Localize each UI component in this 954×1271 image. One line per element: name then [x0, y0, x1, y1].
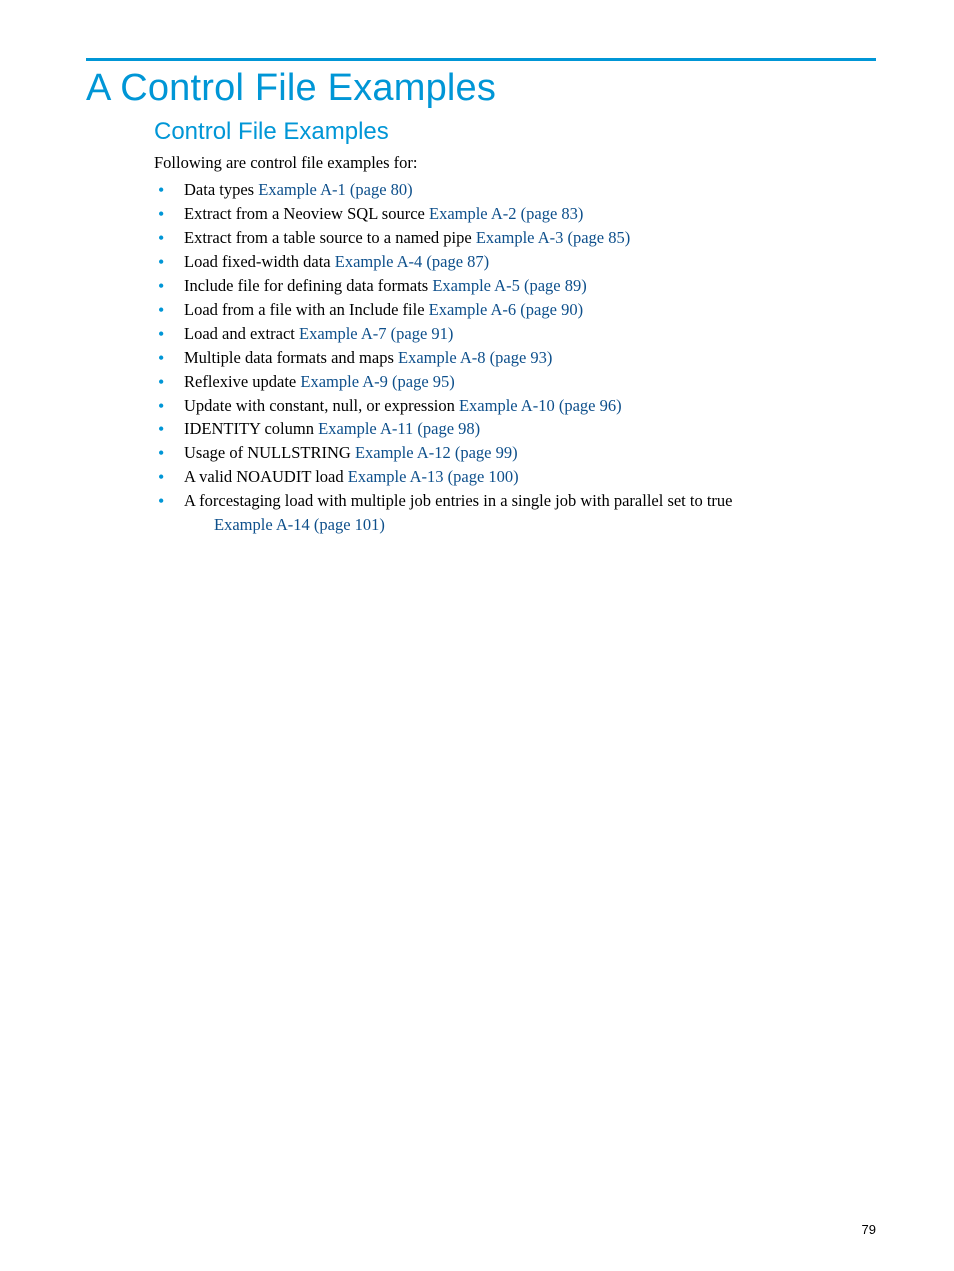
list-item: IDENTITY column Example A-11 (page 98): [154, 417, 876, 441]
list-item-text: Extract from a table source to a named p…: [184, 228, 476, 247]
list-item-text: Data types: [184, 180, 258, 199]
example-link[interactable]: Example A-4 (page 87): [335, 252, 489, 271]
list-item: Update with constant, null, or expressio…: [154, 394, 876, 418]
list-item: Extract from a Neoview SQL source Exampl…: [154, 202, 876, 226]
example-link[interactable]: Example A-5 (page 89): [432, 276, 586, 295]
list-item-text: A valid NOAUDIT load: [184, 467, 348, 486]
example-link[interactable]: Example A-12 (page 99): [355, 443, 518, 462]
list-item-text: Load from a file with an Include file: [184, 300, 429, 319]
chapter-title: A Control File Examples: [86, 67, 876, 110]
list-item: A forcestaging load with multiple job en…: [154, 489, 876, 537]
list-item: Data types Example A-1 (page 80): [154, 178, 876, 202]
page-number: 79: [862, 1222, 876, 1237]
list-item: Multiple data formats and maps Example A…: [154, 346, 876, 370]
list-item-text: Update with constant, null, or expressio…: [184, 396, 459, 415]
list-item: Load fixed-width data Example A-4 (page …: [154, 250, 876, 274]
section-title: Control File Examples: [154, 118, 876, 146]
list-item-text: Reflexive update: [184, 372, 300, 391]
list-item: Include file for defining data formats E…: [154, 274, 876, 298]
example-link[interactable]: Example A-9 (page 95): [300, 372, 454, 391]
example-link[interactable]: Example A-1 (page 80): [258, 180, 412, 199]
example-link[interactable]: Example A-8 (page 93): [398, 348, 552, 367]
document-page: A Control File Examples Control File Exa…: [0, 0, 954, 1271]
list-item-text: IDENTITY column: [184, 419, 318, 438]
example-link[interactable]: Example A-10 (page 96): [459, 396, 622, 415]
example-link[interactable]: Example A-11 (page 98): [318, 419, 480, 438]
list-item: Extract from a table source to a named p…: [154, 226, 876, 250]
section-intro: Following are control file examples for:: [154, 152, 876, 174]
list-item-text: Load and extract: [184, 324, 299, 343]
example-link[interactable]: Example A-13 (page 100): [348, 467, 519, 486]
top-divider: [86, 58, 876, 61]
list-item-continuation: Example A-14 (page 101): [184, 513, 876, 537]
list-item-text: Load fixed-width data: [184, 252, 335, 271]
example-link[interactable]: Example A-6 (page 90): [429, 300, 583, 319]
example-list: Data types Example A-1 (page 80) Extract…: [154, 178, 876, 537]
example-link[interactable]: Example A-7 (page 91): [299, 324, 453, 343]
list-item-text: Usage of NULLSTRING: [184, 443, 355, 462]
list-item-text: Multiple data formats and maps: [184, 348, 398, 367]
list-item: Load and extract Example A-7 (page 91): [154, 322, 876, 346]
example-link[interactable]: Example A-14 (page 101): [214, 515, 385, 534]
list-item: Load from a file with an Include file Ex…: [154, 298, 876, 322]
list-item-text: A forcestaging load with multiple job en…: [184, 491, 733, 510]
example-link[interactable]: Example A-3 (page 85): [476, 228, 630, 247]
list-item: Usage of NULLSTRING Example A-12 (page 9…: [154, 441, 876, 465]
list-item: Reflexive update Example A-9 (page 95): [154, 370, 876, 394]
list-item-text: Extract from a Neoview SQL source: [184, 204, 429, 223]
example-link[interactable]: Example A-2 (page 83): [429, 204, 583, 223]
list-item-text: Include file for defining data formats: [184, 276, 432, 295]
list-item: A valid NOAUDIT load Example A-13 (page …: [154, 465, 876, 489]
